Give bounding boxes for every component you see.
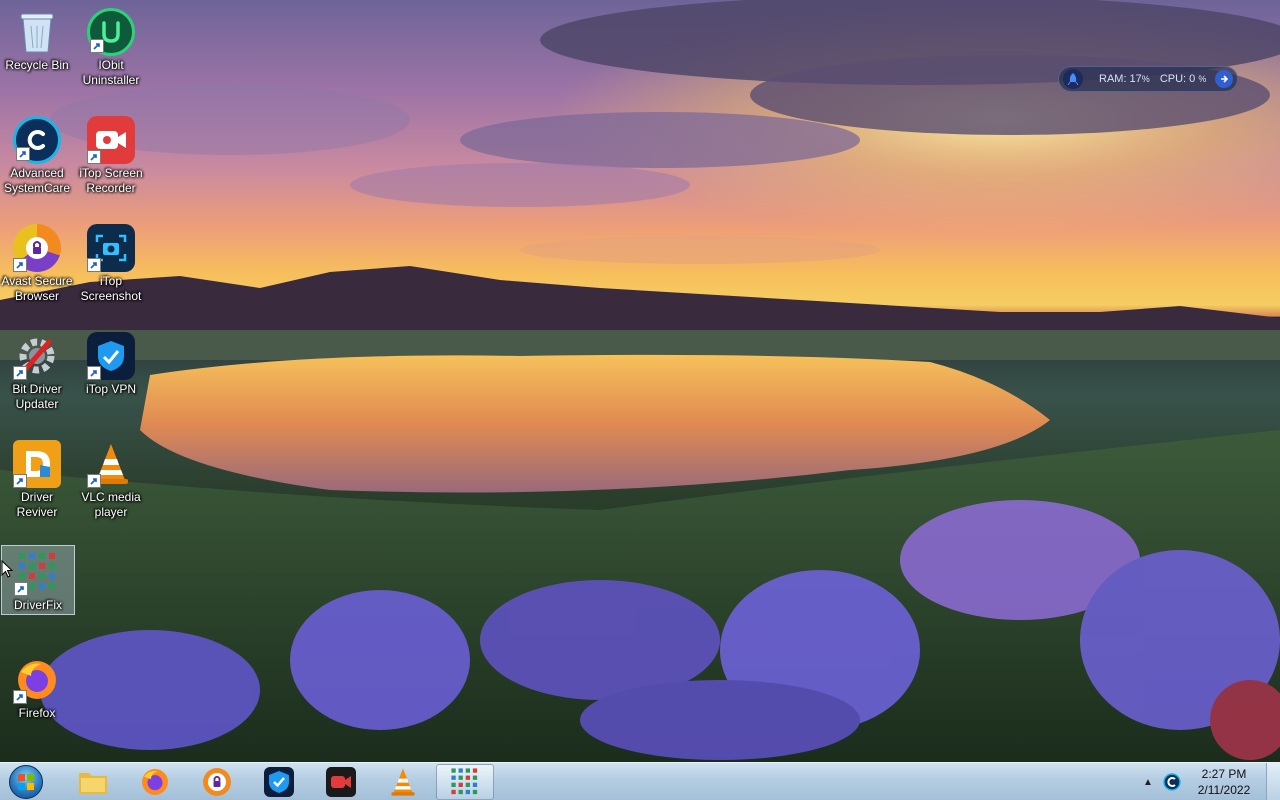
clock-time: 2:27 PM [1201,767,1247,781]
taskbar-clock[interactable]: 2:27 PM 2/11/2022 [1188,766,1260,798]
folder-icon [79,772,107,794]
clock-date: 2/11/2022 [1197,783,1251,797]
desktop-icon-driverfix[interactable]: DriverFix [1,545,75,615]
system-tray: ▲ 2:27 PM 2/11/2022 [1140,763,1280,800]
desktop-icon-avast-secure-browser[interactable]: Avast Secure Browser [0,222,74,304]
taskbar-app-vlc[interactable] [374,764,432,800]
vlc-icon [87,440,135,488]
iobit-uninstaller-icon [87,8,135,56]
arrow-right-icon[interactable] [1215,70,1233,88]
desktop-icon-recycle-bin[interactable]: Recycle Bin [0,6,74,73]
desktop-icon-bit-driver-updater[interactable]: Bit Driver Updater [0,330,74,412]
taskbar-app-itop-vpn[interactable] [250,764,308,800]
taskbar: ▲ 2:27 PM 2/11/2022 [0,762,1280,800]
avast-secure-browser-icon [13,224,61,272]
taskbar-app-file-explorer[interactable] [64,764,122,800]
shortcut-arrow-icon [87,258,101,272]
recycle-bin-icon [13,8,61,56]
desktop-wallpaper [0,0,1280,762]
shortcut-arrow-icon [87,366,101,380]
percent-sign: % [1141,74,1150,84]
icon-label: iTop Screen Recorder [79,166,143,195]
icon-label: IObit Uninstaller [82,58,140,87]
firefox-icon [142,768,168,795]
driver-reviver-icon [13,440,61,488]
driverfix-icon [451,767,478,794]
vlc-icon [391,767,415,796]
mouse-cursor-icon [1,560,13,578]
icon-label: Recycle Bin [5,58,69,72]
desktop-icon-vlc[interactable]: VLC media player [74,438,148,520]
icon-label: iTop Screenshot [80,274,142,303]
desktop-icon-driver-reviver[interactable]: Driver Reviver [0,438,74,520]
icon-label: VLC media player [81,490,141,519]
shortcut-arrow-icon [87,474,101,488]
bit-driver-updater-icon [13,332,61,380]
start-button[interactable] [0,763,52,800]
show-hidden-icons-chevron[interactable]: ▲ [1140,777,1156,788]
desktop-icon-itop-vpn[interactable]: iTop VPN [74,330,148,397]
desktop-icon-itop-screen-recorder[interactable]: iTop Screen Recorder [74,114,148,196]
advanced-systemcare-icon [13,116,61,164]
taskbar-app-avast-secure-browser[interactable] [188,764,246,800]
icon-label: Driver Reviver [16,490,58,519]
system-monitor-widget[interactable]: RAM: 17% CPU: 0 % [1058,66,1238,92]
advanced-systemcare-tray-icon[interactable] [1162,772,1182,792]
icon-label: Firefox [18,706,56,720]
itop-vpn-icon [264,766,294,797]
shortcut-arrow-icon [13,474,27,488]
ram-usage-value: RAM: 17 [1099,73,1142,85]
taskbar-app-driverfix[interactable] [436,763,494,800]
firefox-icon [13,656,61,704]
driverfix-icon [14,548,62,596]
shortcut-arrow-icon [14,582,28,596]
taskbar-app-itop-screen-recorder[interactable] [312,764,370,800]
itop-vpn-icon [87,332,135,380]
show-desktop-button[interactable] [1266,763,1280,800]
rocket-icon[interactable] [1063,69,1083,89]
shortcut-arrow-icon [16,147,30,161]
shortcut-arrow-icon [13,690,27,704]
icon-label: Bit Driver Updater [12,382,62,411]
desktop-icon-advanced-systemcare[interactable]: Advanced SystemCare [0,114,74,196]
itop-screen-recorder-icon [326,766,356,797]
icon-label: Avast Secure Browser [1,274,73,303]
percent-sign: % [1198,74,1207,84]
itop-screenshot-icon [87,224,135,272]
wallpaper-landscape [0,0,1280,762]
cpu-usage: CPU: 0 % [1160,73,1207,85]
cpu-usage-value: CPU: 0 [1159,73,1196,85]
ram-usage: RAM: 17% [1099,73,1150,85]
icon-label: DriverFix [14,598,62,612]
avast-secure-browser-icon [203,767,231,796]
taskbar-app-firefox[interactable] [126,764,184,800]
windows-logo-icon [9,764,43,799]
shortcut-arrow-icon [90,39,104,53]
desktop-icon-iobit-uninstaller[interactable]: IObit Uninstaller [74,6,148,88]
icon-label: Advanced SystemCare [3,166,71,195]
desktop-icon-itop-screenshot[interactable]: iTop Screenshot [74,222,148,304]
desktop-icon-firefox[interactable]: Firefox [0,654,74,721]
icon-label: iTop VPN [85,382,137,396]
shortcut-arrow-icon [87,150,101,164]
shortcut-arrow-icon [13,258,27,272]
shortcut-arrow-icon [13,366,27,380]
itop-screen-recorder-icon [87,116,135,164]
